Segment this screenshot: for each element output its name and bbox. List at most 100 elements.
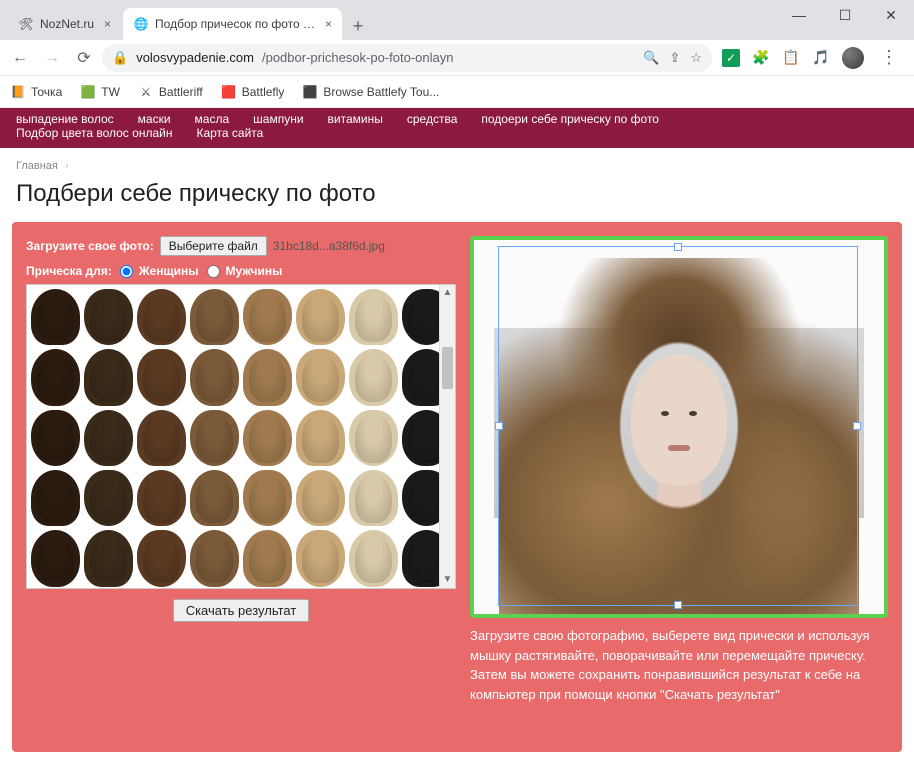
hairstyle-thumb[interactable] [349,530,398,586]
hairstyle-thumb[interactable] [84,349,133,405]
scroll-down-icon[interactable]: ▼ [440,572,455,588]
hairstyle-thumb[interactable] [296,470,345,526]
music-icon[interactable]: 🎵 [812,49,830,67]
zoom-icon[interactable]: 🔍 [643,50,659,66]
close-icon[interactable]: × [325,17,332,31]
hairstyle-thumb[interactable] [296,530,345,586]
hairstyle-thumb[interactable] [137,530,186,586]
hairstyle-thumb[interactable] [349,349,398,405]
resize-handle-e[interactable] [853,422,861,430]
reload-button[interactable]: ⟳ [70,44,98,72]
hairstyle-thumb[interactable] [31,530,80,586]
nav-item[interactable]: маски [138,112,171,126]
hairstyle-thumb[interactable] [137,470,186,526]
selection-box[interactable] [498,246,858,606]
preview-canvas[interactable] [474,240,884,614]
hairstyle-thumb[interactable] [137,410,186,466]
hairstyle-thumb[interactable] [84,289,133,345]
hairstyle-thumb[interactable] [190,349,239,405]
check-extension-icon[interactable]: ✓ [722,49,740,67]
hairstyle-thumb[interactable] [84,530,133,586]
nav-item[interactable]: подоери себе прическу по фото [481,112,659,126]
bookmark-battleriff[interactable]: ⚔Battleriff [138,84,203,100]
back-button[interactable]: ← [6,44,34,72]
star-icon[interactable]: ☆ [690,50,702,66]
hairstyle-thumb[interactable] [31,410,80,466]
bookmark-battlefly[interactable]: 🟥 Battlefly [221,84,285,100]
hairstyle-thumb[interactable] [243,289,292,345]
hairstyle-panel: Загрузите свое фото: Выберите файл 31bc1… [12,222,902,752]
hairstyle-thumb[interactable] [243,349,292,405]
hairstyle-thumb[interactable] [296,410,345,466]
profile-avatar[interactable] [842,47,864,69]
nav-item[interactable]: Карта сайта [196,126,263,140]
bookmark-battlefy[interactable]: ⬛Browse Battlefy Tou... [302,84,439,100]
forward-button[interactable]: → [38,44,66,72]
bookmark-label: Battlefly [242,85,285,99]
gender-women-radio[interactable] [120,265,133,278]
share-icon[interactable]: ⇪ [669,50,680,66]
red-icon: 🟥 [221,84,237,100]
bookmark-label: Точка [31,85,62,99]
scroll-up-icon[interactable]: ▲ [440,285,455,301]
minimize-button[interactable]: — [776,0,822,30]
tab-noznet[interactable]: 🛠 NozNet.ru × [8,8,121,40]
hairstyle-thumb[interactable] [349,289,398,345]
hairstyle-thumb[interactable] [31,470,80,526]
hairstyle-thumb[interactable] [296,349,345,405]
choose-file-button[interactable]: Выберите файл [160,236,267,256]
download-result-button[interactable]: Скачать результат [173,599,310,622]
gender-men-radio[interactable] [207,265,220,278]
scrollbar[interactable]: ▲ ▼ [439,285,455,588]
bookmark-label: TW [101,85,120,99]
chrome-menu-button[interactable]: ⋮ [876,47,902,68]
site-nav: выпадение волос маски масла шампуни вита… [0,108,914,148]
scrollbar-thumb[interactable] [442,347,453,389]
gender-men-label: Мужчины [226,264,283,278]
close-window-button[interactable]: ✕ [868,0,914,30]
hairstyle-thumb[interactable] [137,349,186,405]
hairstyle-thumb[interactable] [296,289,345,345]
hairstyle-thumb[interactable] [190,289,239,345]
swords-icon: ⚔ [138,84,154,100]
hairstyle-thumb[interactable] [243,410,292,466]
resize-handle-w[interactable] [495,422,503,430]
file-name: 31bc18d...a38f6d.jpg [273,239,385,253]
hairstyle-thumb[interactable] [31,289,80,345]
hairstyle-thumb[interactable] [84,470,133,526]
bookmark-tw[interactable]: 🟩 TW [80,84,120,100]
resize-handle-n[interactable] [674,243,682,251]
breadcrumb-home[interactable]: Главная [16,160,58,172]
hairstyle-thumb[interactable] [349,470,398,526]
list-icon[interactable]: 📋 [782,49,800,67]
hairstyle-grid: ▲ ▼ [26,284,456,589]
nav-item[interactable]: шампуни [253,112,303,126]
hairstyle-thumb[interactable] [31,349,80,405]
hairstyle-thumb[interactable] [137,289,186,345]
bookmark-label: Browse Battlefy Tou... [323,85,439,99]
tab-active[interactable]: 🌐 Подбор причесок по фото онла × [123,8,342,40]
hairstyle-thumb[interactable] [190,410,239,466]
address-bar[interactable]: 🔒 volosvypadenie.com/podbor-prichesok-po… [102,44,712,72]
nav-item[interactable]: средства [407,112,458,126]
hairstyle-thumb[interactable] [349,410,398,466]
hairstyle-thumb[interactable] [243,530,292,586]
gender-women-label: Женщины [139,264,199,278]
bookmark-tochka[interactable]: 📙 Точка [10,84,62,100]
hairstyle-thumb[interactable] [190,530,239,586]
close-icon[interactable]: × [104,17,111,31]
preview-box[interactable] [470,236,888,618]
new-tab-button[interactable]: + [344,12,372,40]
hairstyle-thumb[interactable] [84,410,133,466]
nav-item[interactable]: выпадение волос [16,112,114,126]
puzzle-icon[interactable]: 🧩 [752,49,770,67]
nav-item[interactable]: Подбор цвета волос онлайн [16,126,172,140]
hairstyle-thumb[interactable] [190,470,239,526]
maximize-button[interactable]: ☐ [822,0,868,30]
folder-icon: 📙 [10,84,26,100]
hairstyle-thumb[interactable] [243,470,292,526]
nav-item[interactable]: витамины [328,112,383,126]
sheets-icon: 🟩 [80,84,96,100]
resize-handle-s[interactable] [674,601,682,609]
nav-item[interactable]: масла [195,112,230,126]
